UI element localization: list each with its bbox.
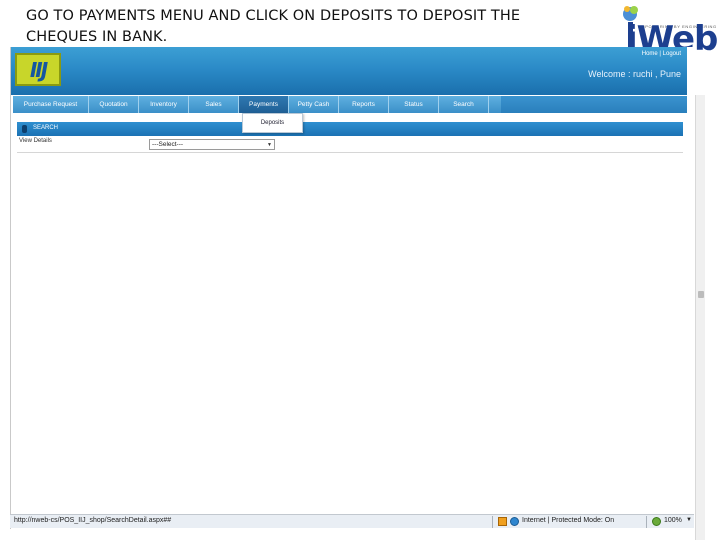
vertical-scrollbar[interactable]: ▼: [695, 95, 705, 540]
view-details-select[interactable]: ---Select--- ▼: [149, 139, 275, 150]
menu-quotation[interactable]: Quotation: [89, 96, 139, 113]
main-menu: Purchase Request Quotation Inventory Sal…: [13, 96, 501, 113]
globe-icon: [510, 517, 519, 526]
search-panel-header: SEARCH: [17, 122, 683, 136]
menu-reports[interactable]: Reports: [339, 96, 389, 113]
search-panel-icon: [22, 125, 27, 133]
app-logo-text: IIJ: [29, 57, 48, 82]
menu-search[interactable]: Search: [439, 96, 489, 113]
select-value: ---Select---: [152, 141, 184, 148]
welcome-text: Welcome : ruchi , Pune: [588, 69, 681, 79]
view-details-row: View Details ---Select--- ▼: [17, 136, 683, 153]
chevron-down-icon[interactable]: ▼: [267, 141, 272, 150]
search-panel-title: SEARCH: [33, 125, 59, 131]
menu-bar-filler: [501, 96, 687, 113]
submenu-deposits[interactable]: Deposits: [242, 113, 303, 133]
view-details-label: View Details: [19, 138, 52, 144]
browser-viewport: IIJ Home | Logout Welcome : ruchi , Pune…: [10, 47, 705, 540]
status-zone[interactable]: Internet | Protected Mode: On: [522, 517, 614, 524]
scrollbar-thumb[interactable]: [698, 291, 704, 298]
menu-payments[interactable]: Payments: [239, 96, 289, 113]
status-divider: [646, 516, 647, 528]
zoom-icon[interactable]: [652, 517, 661, 526]
menu-inventory[interactable]: Inventory: [139, 96, 189, 113]
status-divider: [492, 516, 493, 528]
app-header: IIJ Home | Logout Welcome : ruchi , Pune: [11, 47, 687, 95]
menu-sales[interactable]: Sales: [189, 96, 239, 113]
security-zone-icon[interactable]: [498, 517, 507, 526]
menu-purchase-request[interactable]: Purchase Request: [13, 96, 89, 113]
app-logo[interactable]: IIJ: [15, 53, 61, 86]
header-links[interactable]: Home | Logout: [642, 51, 681, 57]
status-zoom[interactable]: 100%: [664, 517, 682, 524]
menu-status[interactable]: Status: [389, 96, 439, 113]
zoom-caret-icon[interactable]: ▼: [686, 517, 692, 523]
menu-petty-cash[interactable]: Petty Cash: [289, 96, 339, 113]
browser-status-bar: http://nweb-cs/POS_IIJ_shop/SearchDetail…: [10, 514, 694, 528]
slide-caption: GO TO PAYMENTS MENU AND CLICK ON DEPOSIT…: [26, 8, 521, 45]
status-url: http://nweb-cs/POS_IIJ_shop/SearchDetail…: [14, 517, 172, 524]
